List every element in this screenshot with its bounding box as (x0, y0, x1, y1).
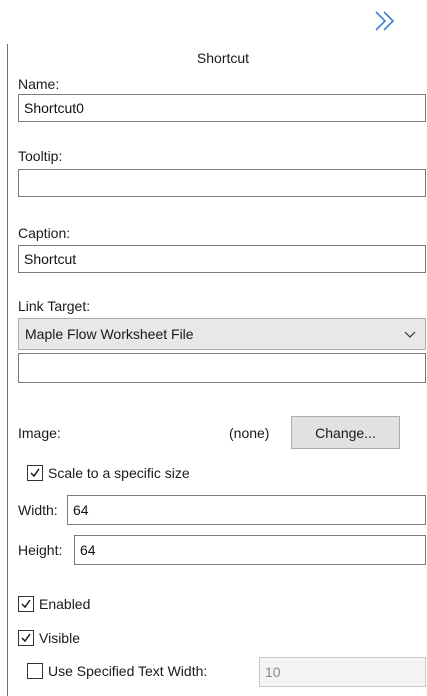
checkmark-icon (30, 468, 40, 478)
tooltip-input[interactable] (18, 169, 426, 197)
height-label: Height: (18, 542, 63, 558)
scale-checkbox[interactable]: Scale to a specific size (27, 465, 190, 481)
chevron-down-icon (404, 331, 416, 338)
enabled-checkbox-label: Enabled (39, 596, 91, 612)
scale-checkbox-label: Scale to a specific size (48, 465, 190, 481)
panel-left-border (7, 44, 8, 696)
checkmark-icon (21, 599, 31, 609)
scale-check-box[interactable] (27, 465, 43, 481)
link-target-dropdown[interactable]: Maple Flow Worksheet File (18, 318, 426, 350)
text-width-checkbox[interactable]: Use Specified Text Width: (27, 663, 207, 679)
text-width-checkbox-label: Use Specified Text Width: (48, 663, 208, 679)
double-chevron-right-icon (375, 11, 395, 31)
text-width-input[interactable] (259, 657, 426, 687)
name-label: Name: (18, 76, 60, 92)
text-width-check-box[interactable] (27, 663, 43, 679)
visible-check-box[interactable] (18, 630, 34, 646)
change-image-button[interactable]: Change... (291, 416, 400, 449)
tooltip-label: Tooltip: (18, 148, 63, 164)
link-target-input[interactable] (18, 353, 426, 383)
visible-checkbox-label: Visible (39, 630, 80, 646)
caption-label: Caption: (18, 225, 71, 241)
name-input[interactable] (18, 94, 426, 122)
collapse-panel-button[interactable] (368, 6, 402, 36)
image-status: (none) (229, 425, 270, 441)
width-label: Width: (18, 502, 58, 518)
image-label: Image: (18, 425, 61, 441)
enabled-checkbox[interactable]: Enabled (18, 596, 90, 612)
height-input[interactable] (74, 535, 426, 565)
caption-input[interactable] (18, 245, 426, 273)
link-target-label: Link Target: (18, 298, 91, 314)
link-target-selected: Maple Flow Worksheet File (25, 326, 194, 342)
visible-checkbox[interactable]: Visible (18, 630, 80, 646)
checkmark-icon (21, 633, 31, 643)
panel-title: Shortcut (196, 50, 250, 66)
width-input[interactable] (67, 495, 426, 525)
enabled-check-box[interactable] (18, 596, 34, 612)
